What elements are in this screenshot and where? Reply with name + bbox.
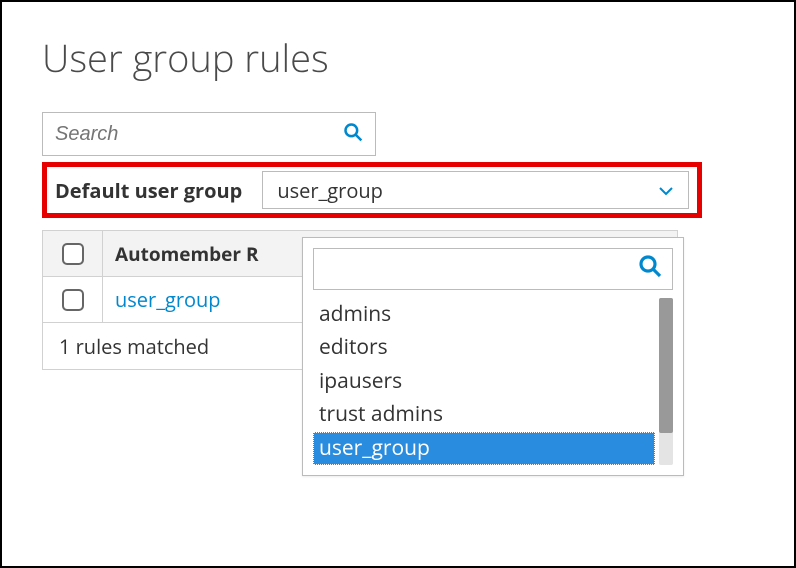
- dropdown-option-ipausers[interactable]: ipausers: [313, 365, 655, 398]
- search-input[interactable]: [55, 123, 343, 146]
- chevron-down-icon: [658, 179, 674, 201]
- default-user-group-label: Default user group: [55, 177, 242, 204]
- scrollbar-track[interactable]: [659, 298, 673, 465]
- dropdown-search-input[interactable]: [324, 259, 638, 280]
- dropdown-option-user-group[interactable]: user_group: [313, 432, 655, 465]
- row-checkbox[interactable]: [62, 289, 84, 311]
- page-title: User group rules: [42, 32, 754, 84]
- select-value: user_group: [277, 177, 383, 204]
- dropdown-search-bar[interactable]: [313, 248, 673, 290]
- scrollbar-thumb[interactable]: [659, 298, 673, 433]
- dropdown-option-trust-admins[interactable]: trust admins: [313, 398, 655, 431]
- select-all-checkbox[interactable]: [62, 243, 84, 265]
- default-user-group-select[interactable]: user_group: [262, 171, 689, 209]
- dropdown-panel: admins editors ipausers trust admins use…: [302, 237, 684, 476]
- dropdown-option-editors[interactable]: editors: [313, 331, 655, 364]
- search-icon[interactable]: [343, 121, 363, 148]
- dropdown-list: admins editors ipausers trust admins use…: [313, 298, 673, 465]
- default-user-group-row: Default user group user_group: [42, 162, 702, 218]
- row-checkbox-cell[interactable]: [43, 277, 103, 322]
- dropdown-option-admins[interactable]: admins: [313, 298, 655, 331]
- search-bar[interactable]: [42, 112, 376, 156]
- rule-link[interactable]: user_group: [115, 286, 221, 313]
- search-icon[interactable]: [638, 254, 662, 285]
- column-checkbox-header[interactable]: [43, 231, 103, 276]
